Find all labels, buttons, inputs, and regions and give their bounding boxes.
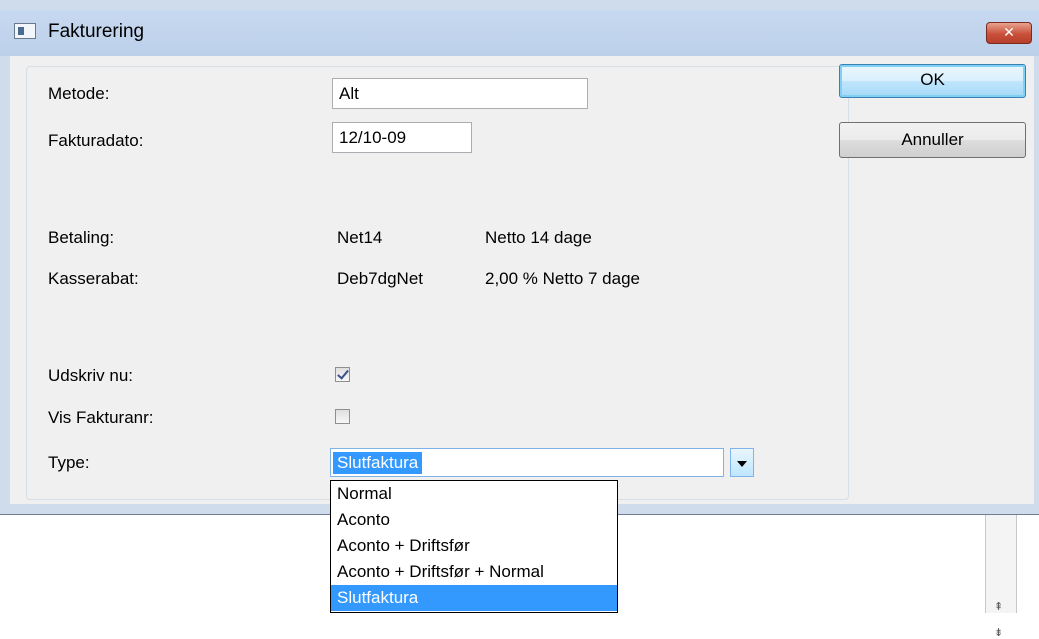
close-icon: ✕	[1003, 25, 1015, 41]
betaling-label: Betaling:	[48, 228, 115, 247]
window-title: Fakturering	[48, 21, 145, 42]
betaling-description: Netto 14 dage	[485, 228, 592, 247]
fakturadato-value: 12/10-09	[339, 128, 407, 147]
metode-value: Alt	[339, 84, 359, 103]
vis-fakturanr-label: Vis Fakturanr:	[48, 408, 154, 427]
cancel-button[interactable]: Annuller	[839, 122, 1026, 158]
fakturering-dialog: Fakturering ✕ Metode: Alt Fakturadato: 1…	[0, 0, 1039, 515]
metode-label: Metode:	[48, 84, 110, 103]
dropdown-item-aconto[interactable]: Aconto	[331, 507, 617, 533]
expand-icon: ⇟	[994, 626, 1004, 639]
dialog-body: Metode: Alt Fakturadato: 12/10-09 Betali…	[10, 56, 1034, 504]
fakturadato-label: Fakturadato:	[48, 131, 144, 150]
title-bar: Fakturering ✕	[0, 10, 1039, 56]
dropdown-item-slutfaktura[interactable]: Slutfaktura	[331, 585, 617, 611]
type-dropdown-list: Normal Aconto Aconto + Driftsfør Aconto …	[330, 480, 618, 613]
window-icon	[14, 23, 36, 39]
kasserabat-label: Kasserabat:	[48, 269, 139, 288]
type-selected-value: Slutfaktura	[333, 452, 423, 474]
fakturadato-field[interactable]: 12/10-09	[332, 122, 472, 153]
metode-field[interactable]: Alt	[332, 78, 588, 109]
udskriv-nu-label: Udskriv nu:	[48, 366, 134, 385]
kasserabat-code: Deb7dgNet	[337, 269, 424, 288]
udskriv-nu-checkbox[interactable]	[335, 367, 350, 382]
dropdown-item-normal[interactable]: Normal	[331, 481, 617, 507]
type-combobox[interactable]: Slutfaktura	[330, 448, 724, 477]
close-button[interactable]: ✕	[986, 22, 1032, 44]
ok-button[interactable]: OK	[839, 64, 1026, 98]
kasserabat-description: 2,00 % Netto 7 dage	[485, 269, 641, 288]
vis-fakturanr-checkbox[interactable]	[335, 409, 350, 424]
type-label: Type:	[48, 453, 90, 472]
chevron-down-icon[interactable]	[730, 448, 754, 477]
dropdown-item-aconto-driftsfor-normal[interactable]: Aconto + Driftsfør + Normal	[331, 559, 617, 585]
collapse-icon: ⇞	[994, 600, 1004, 613]
betaling-code: Net14	[337, 228, 383, 247]
dropdown-item-aconto-driftsfor[interactable]: Aconto + Driftsfør	[331, 533, 617, 559]
